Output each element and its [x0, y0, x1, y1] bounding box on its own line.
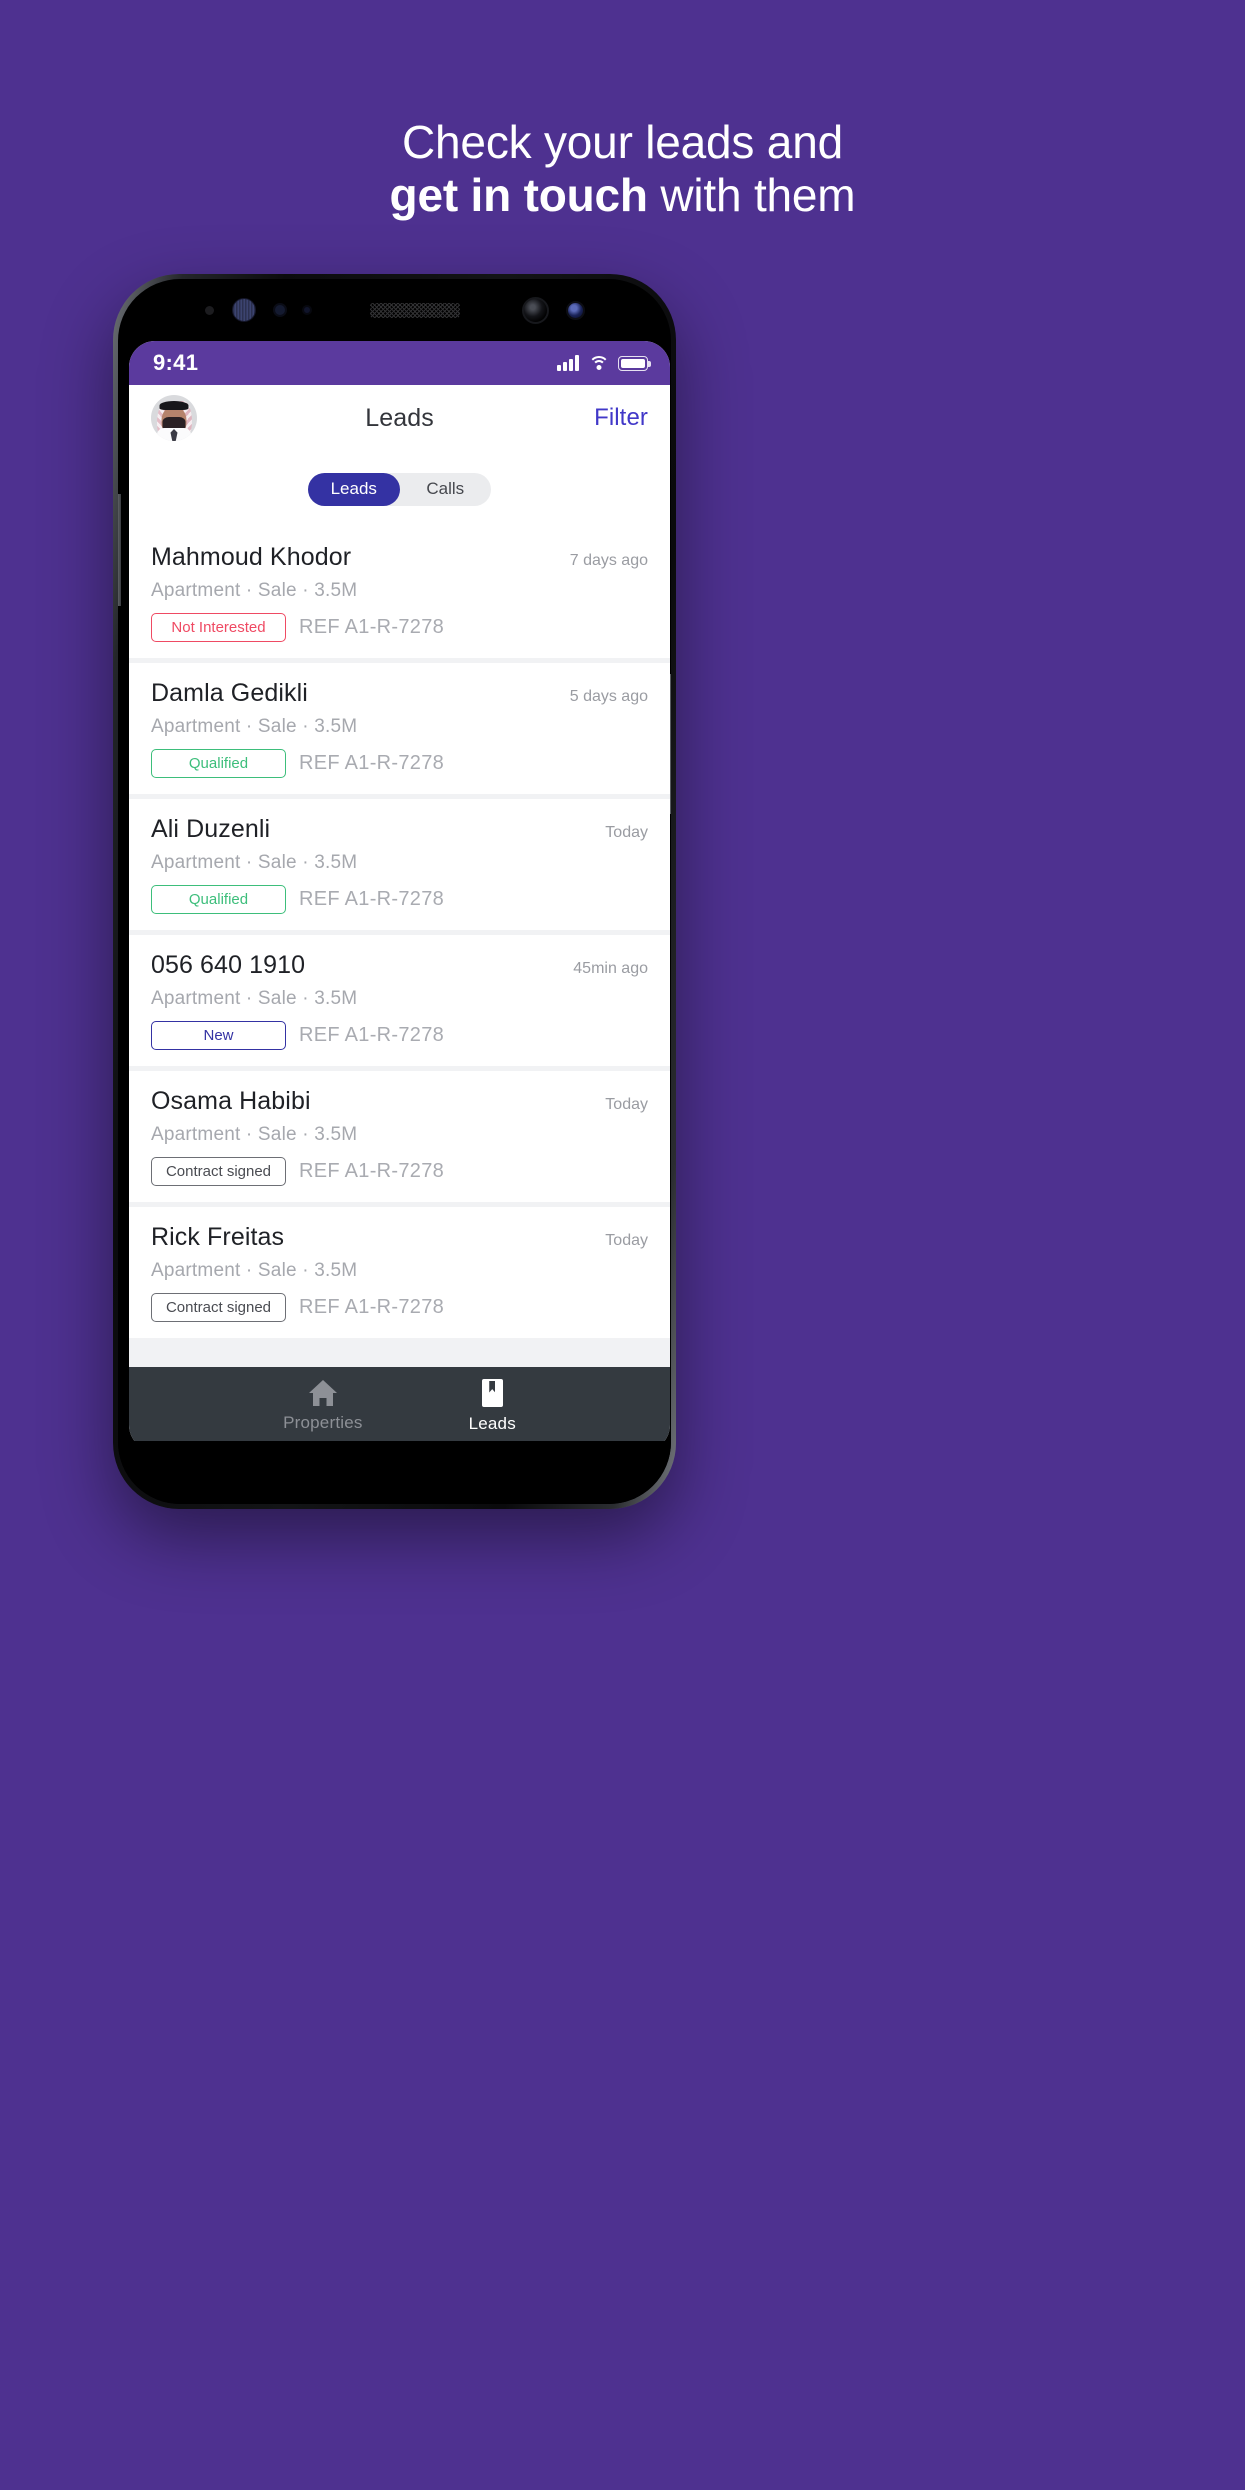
lead-footer: Qualified REF A1-R-7278 — [151, 885, 648, 914]
status-badge: Contract signed — [151, 1157, 286, 1186]
lead-header: Ali Duzenli Today — [151, 815, 648, 844]
lead-footer: Not Interested REF A1-R-7278 — [151, 613, 648, 642]
lead-footer: Contract signed REF A1-R-7278 — [151, 1157, 648, 1186]
lead-reference: REF A1-R-7278 — [299, 1296, 445, 1318]
segmented-control: Leads Calls — [308, 472, 492, 506]
list-item[interactable]: Osama Habibi Today Apartment · Sale · 3.… — [129, 1071, 670, 1202]
tab-calls[interactable]: Calls — [400, 473, 492, 506]
lead-header: Mahmoud Khodor 7 days ago — [151, 543, 648, 572]
ir-sensor-icon — [301, 305, 312, 315]
status-bar: 9:41 — [129, 341, 670, 385]
wifi-icon — [588, 355, 609, 371]
status-bar-time: 9:41 — [153, 350, 199, 375]
iris-scanner-icon — [231, 298, 256, 322]
phone-top-bezel — [118, 279, 671, 341]
lead-reference: REF A1-R-7278 — [299, 752, 445, 774]
filter-button[interactable]: Filter — [594, 404, 648, 432]
status-badge: Qualified — [151, 749, 286, 778]
tab-leads[interactable]: Leads — [308, 472, 400, 506]
page-title: Leads — [365, 403, 434, 432]
lead-timestamp: Today — [605, 1232, 648, 1249]
status-badge: Qualified — [151, 885, 286, 914]
status-badge: Not Interested — [151, 613, 286, 642]
lead-name: Rick Freitas — [151, 1223, 285, 1251]
lead-name: Osama Habibi — [151, 1087, 311, 1115]
app-bar: Leads Filter — [129, 385, 670, 451]
lead-timestamp: 45min ago — [573, 960, 648, 977]
status-bar-icons — [557, 355, 651, 371]
phone-volume-button[interactable] — [118, 494, 121, 606]
light-sensor-icon — [272, 303, 287, 317]
lead-timestamp: Today — [605, 1096, 648, 1113]
lead-name: Ali Duzenli — [151, 815, 271, 843]
battery-full-icon — [618, 356, 651, 371]
lead-timestamp: 5 days ago — [569, 688, 648, 705]
lead-reference: REF A1-R-7278 — [299, 1024, 445, 1046]
secondary-camera-icon — [565, 300, 585, 320]
promo-headline-emphasis: get in touch — [389, 169, 648, 222]
proximity-sensor-icon — [204, 305, 214, 315]
promo-headline: Check your leads and get in touch with t… — [0, 116, 1245, 223]
phone-bottom-bezel — [118, 1441, 671, 1504]
lead-header: 056 640 1910 45min ago — [151, 951, 648, 980]
lead-meta: Apartment · Sale · 3.5M — [151, 1260, 358, 1281]
promo-headline-line2-rest: with them — [647, 169, 856, 222]
cellular-signal-icon — [557, 355, 579, 371]
lead-header: Damla Gedikli 5 days ago — [151, 679, 648, 708]
bookmark-icon — [481, 1378, 503, 1407]
list-item[interactable]: Ali Duzenli Today Apartment · Sale · 3.5… — [129, 799, 670, 930]
promo-headline-line2: get in touch with them — [0, 169, 1245, 222]
lead-meta: Apartment · Sale · 3.5M — [151, 852, 358, 873]
lead-name: 056 640 1910 — [151, 951, 306, 979]
sensor-cluster — [204, 296, 585, 324]
lead-name: Damla Gedikli — [151, 679, 308, 707]
lead-footer: New REF A1-R-7278 — [151, 1021, 648, 1050]
bottom-tab-bar: Properties Leads — [129, 1367, 670, 1451]
lead-footer: Qualified REF A1-R-7278 — [151, 749, 648, 778]
phone-body: 9:41 Leads Filter Leads Calls Mahmoud Kh… — [118, 279, 671, 1504]
list-item[interactable]: Rick Freitas Today Apartment · Sale · 3.… — [129, 1207, 670, 1338]
list-item[interactable]: Damla Gedikli 5 days ago Apartment · Sal… — [129, 663, 670, 794]
lead-timestamp: 7 days ago — [569, 552, 648, 569]
lead-header: Rick Freitas Today — [151, 1223, 648, 1252]
status-badge: Contract signed — [151, 1293, 286, 1322]
phone-mockup: 9:41 Leads Filter Leads Calls Mahmoud Kh… — [113, 274, 676, 1509]
lead-meta: Apartment · Sale · 3.5M — [151, 580, 358, 601]
tab-leads-bottom[interactable]: Leads — [468, 1378, 516, 1434]
lead-header: Osama Habibi Today — [151, 1087, 648, 1116]
phone-screen: 9:41 Leads Filter Leads Calls Mahmoud Kh… — [129, 341, 670, 1451]
lead-reference: REF A1-R-7278 — [299, 1160, 445, 1182]
avatar[interactable] — [151, 395, 197, 441]
lead-reference: REF A1-R-7278 — [299, 888, 445, 910]
list-item[interactable]: Mahmoud Khodor 7 days ago Apartment · Sa… — [129, 527, 670, 658]
lead-meta: Apartment · Sale · 3.5M — [151, 716, 358, 737]
lead-footer: Contract signed REF A1-R-7278 — [151, 1293, 648, 1322]
home-icon — [308, 1379, 337, 1406]
lead-meta: Apartment · Sale · 3.5M — [151, 1124, 358, 1145]
earpiece-speaker-icon — [369, 302, 460, 318]
lead-reference: REF A1-R-7278 — [299, 616, 445, 638]
lead-timestamp: Today — [605, 824, 648, 841]
list-item[interactable]: 056 640 1910 45min ago Apartment · Sale … — [129, 935, 670, 1066]
status-badge: New — [151, 1021, 286, 1050]
avatar-agal — [159, 401, 189, 411]
tab-leads-label: Leads — [468, 1413, 516, 1433]
front-camera-icon — [521, 296, 549, 324]
tab-properties-label: Properties — [283, 1412, 363, 1432]
segmented-control-container: Leads Calls — [129, 451, 670, 527]
lead-meta: Apartment · Sale · 3.5M — [151, 988, 358, 1009]
tab-properties[interactable]: Properties — [283, 1379, 363, 1433]
promo-headline-line1: Check your leads and — [402, 116, 843, 168]
lead-name: Mahmoud Khodor — [151, 543, 352, 571]
leads-list[interactable]: Mahmoud Khodor 7 days ago Apartment · Sa… — [129, 527, 670, 1367]
